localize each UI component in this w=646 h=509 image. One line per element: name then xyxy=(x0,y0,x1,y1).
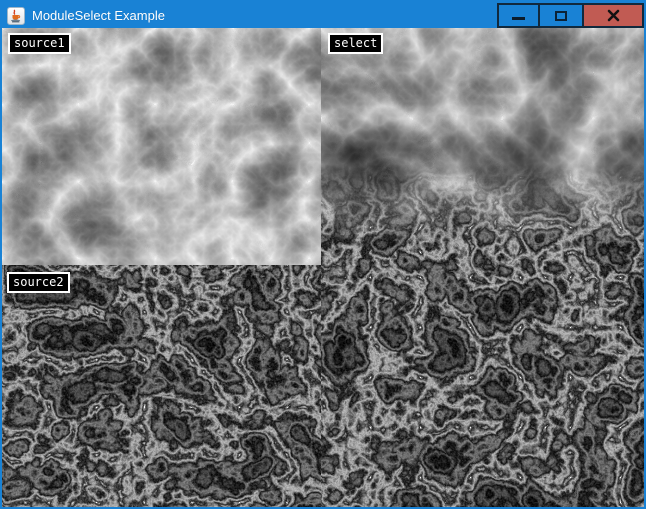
java-coffee-cup-icon[interactable] xyxy=(7,7,25,25)
select-label: select xyxy=(328,33,383,54)
select-noise-image xyxy=(321,28,644,507)
source2-label: source2 xyxy=(7,272,70,293)
maximize-button[interactable] xyxy=(538,3,584,28)
minimize-button[interactable] xyxy=(497,3,540,28)
maximize-icon xyxy=(555,11,567,21)
close-icon xyxy=(607,9,620,22)
java-cup-glyph xyxy=(9,9,23,23)
minimize-icon xyxy=(512,17,525,20)
source1-noise-image xyxy=(2,28,321,265)
source2-noise-image xyxy=(2,265,321,507)
window-title: ModuleSelect Example xyxy=(32,8,165,23)
window-controls xyxy=(499,3,644,28)
application-window: ModuleSelect Example xyxy=(0,0,646,509)
noise-canvas: source1 select source2 xyxy=(2,28,644,507)
source1-label: source1 xyxy=(8,33,71,54)
close-button[interactable] xyxy=(582,3,644,28)
